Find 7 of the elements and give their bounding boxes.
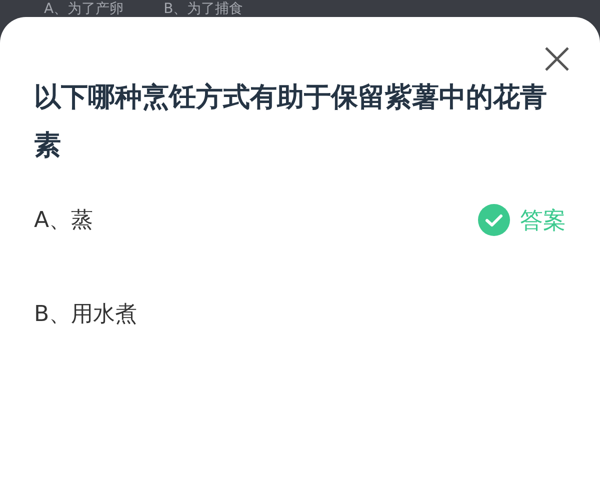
- close-icon[interactable]: [544, 46, 570, 72]
- answer-label: 答案: [520, 206, 566, 236]
- background-option: A、为了产卵: [44, 1, 124, 17]
- option-text[interactable]: B、用水煮: [34, 299, 138, 329]
- option-text[interactable]: A、蒸: [34, 205, 94, 235]
- question-text: 以下哪种烹饪方式有助于保留紫薯中的花青素: [34, 81, 548, 163]
- background-option: B、为了捕食: [164, 1, 244, 17]
